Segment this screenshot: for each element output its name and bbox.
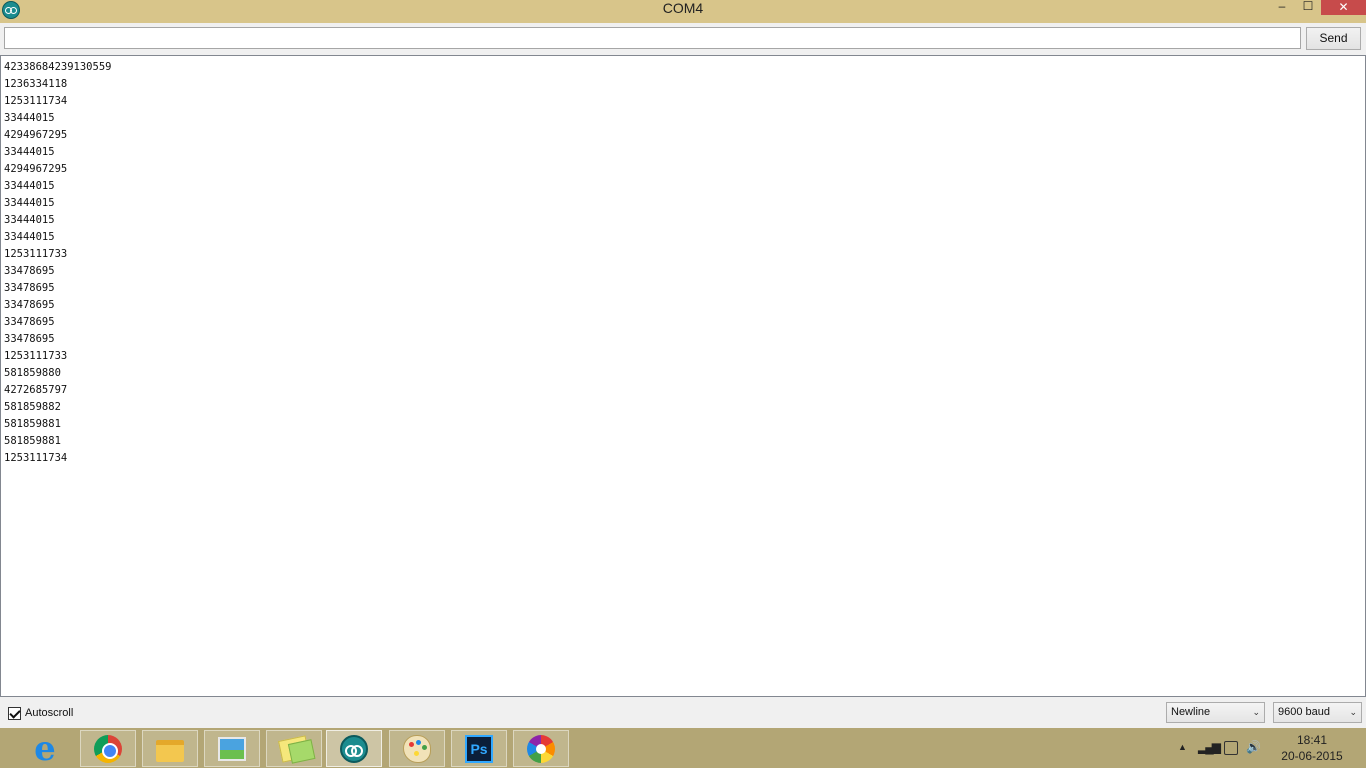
arduino-icon	[340, 734, 368, 763]
output-line: 1253111733	[4, 248, 68, 260]
output-line: 33478695	[4, 333, 55, 345]
output-line: 33478695	[4, 282, 55, 294]
output-line: 33444015	[4, 180, 55, 192]
taskbar-photos[interactable]	[204, 730, 260, 767]
autoscroll-option[interactable]: Autoscroll	[8, 705, 73, 721]
autoscroll-label: Autoscroll	[25, 707, 74, 719]
output-line: 33444015	[4, 231, 55, 243]
output-line: 4294967295	[4, 163, 68, 175]
chrome-icon	[94, 734, 122, 763]
taskbar-photoshop[interactable]: Ps	[451, 730, 507, 767]
volume-icon[interactable]: 🔊	[1246, 740, 1261, 754]
clock-time: 18:41	[1296, 733, 1328, 747]
output-line: 33444015	[4, 146, 55, 158]
system-clock[interactable]: 18:41 20-06-2015	[1280, 732, 1344, 764]
send-bar: Send	[0, 23, 1366, 55]
window-title: COM4	[662, 0, 704, 16]
network-signal-icon[interactable]: ▂▄▆	[1198, 740, 1221, 754]
output-line: 581859882	[4, 401, 61, 413]
ie-icon: e	[34, 728, 56, 768]
chevron-down-icon: ⌄	[1349, 707, 1357, 717]
taskbar-chrome[interactable]	[80, 730, 136, 767]
taskbar-picasa[interactable]	[513, 730, 569, 767]
output-line: 42338684239130559	[4, 61, 112, 73]
output-line: 33478695	[4, 316, 55, 328]
picasa-icon	[527, 734, 555, 763]
baud-rate-select[interactable]: 9600 baud ⌄	[1273, 702, 1362, 723]
output-line: 33444015	[4, 197, 55, 209]
line-ending-select[interactable]: Newline ⌄	[1166, 702, 1265, 723]
output-line: 33478695	[4, 265, 55, 277]
taskbar: e Ps ▲ ▂▄▆ 🔊 18:41 20-06-2015	[0, 728, 1366, 768]
line-ending-value: Newline	[1171, 706, 1211, 718]
minimize-button[interactable]: –	[1272, 0, 1292, 14]
maximize-button[interactable]: ☐	[1298, 0, 1318, 14]
output-line: 581859880	[4, 367, 61, 379]
output-line: 581859881	[4, 435, 61, 447]
chevron-down-icon: ⌄	[1252, 707, 1260, 717]
notes-icon	[278, 734, 310, 763]
clock-date: 20-06-2015	[1281, 749, 1343, 763]
output-line: 581859881	[4, 418, 61, 430]
output-line: 4272685797	[4, 384, 68, 396]
output-line: 33478695	[4, 299, 55, 311]
power-icon[interactable]	[1224, 741, 1238, 755]
output-line: 4294967295	[4, 129, 68, 141]
taskbar-arduino[interactable]	[326, 730, 382, 767]
bottom-bar: Autoscroll Newline ⌄ 9600 baud ⌄	[0, 697, 1366, 728]
title-bar: COM4 – ☐ ✕	[0, 0, 1366, 23]
output-line: 1253111733	[4, 350, 68, 362]
taskbar-file-explorer[interactable]	[142, 730, 198, 767]
output-line: 33444015	[4, 214, 55, 226]
autoscroll-checkbox[interactable]	[8, 706, 21, 720]
output-line: 1236334118	[4, 78, 68, 90]
paint-icon	[403, 734, 431, 763]
baud-rate-value: 9600 baud	[1278, 706, 1330, 718]
output-line: 1253111734	[4, 452, 68, 464]
output-line: 1253111734	[4, 95, 68, 107]
show-hidden-icons-icon[interactable]: ▲	[1178, 740, 1187, 754]
taskbar-paint[interactable]	[389, 730, 445, 767]
taskbar-sticky-notes[interactable]	[266, 730, 322, 767]
folder-icon	[156, 739, 184, 762]
send-button[interactable]: Send	[1306, 27, 1361, 50]
serial-output[interactable]: 42338684239130559 1236334118 1253111734 334…	[0, 55, 1366, 697]
output-line: 33444015	[4, 112, 55, 124]
photo-icon	[218, 736, 246, 761]
close-button[interactable]: ✕	[1321, 0, 1366, 15]
taskbar-ie[interactable]: e	[17, 730, 73, 767]
serial-input[interactable]	[4, 27, 1301, 49]
photoshop-icon: Ps	[465, 734, 493, 763]
